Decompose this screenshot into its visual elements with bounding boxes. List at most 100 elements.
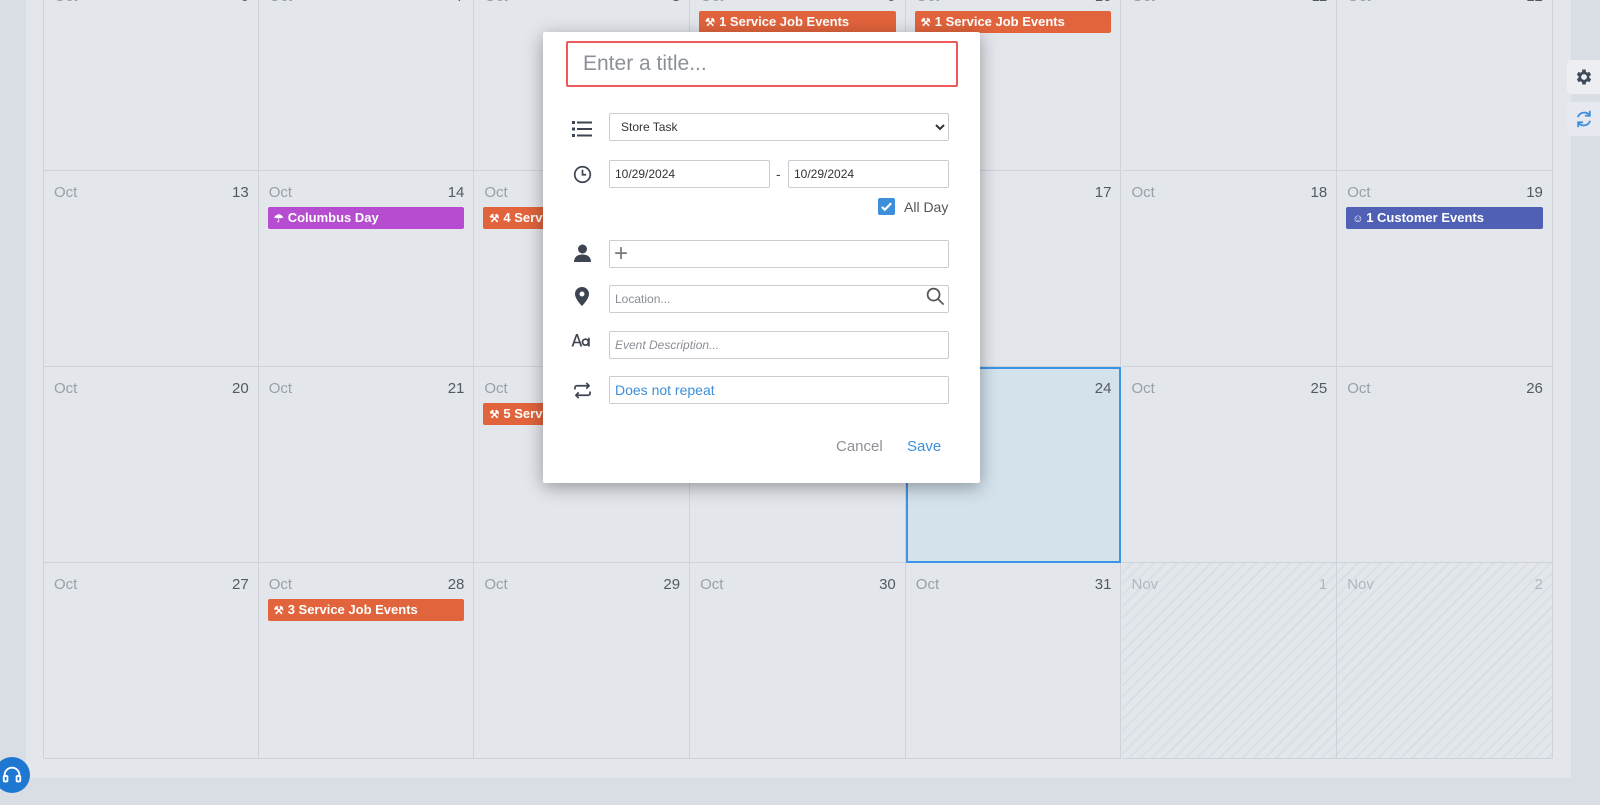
checkmark-icon <box>881 202 892 212</box>
cell-month-label: Oct <box>1347 184 1371 201</box>
event-chip-service[interactable]: ⚒ 1 Service Job Events <box>699 11 896 33</box>
cell-month-label: Oct <box>1131 184 1155 201</box>
calendar-day-cell[interactable]: Oct 25 <box>1121 367 1338 563</box>
cell-day-number: 30 <box>879 576 896 593</box>
cell-month-label: Oct <box>1347 0 1370 5</box>
calendar-day-cell[interactable]: Oct 26 <box>1337 367 1553 563</box>
calendar-day-cell[interactable]: Oct 14 ☂ Columbus Day <box>258 171 475 367</box>
calendar-day-cell[interactable]: Oct 12 <box>1337 0 1553 171</box>
cell-day-number: 28 <box>447 576 465 593</box>
sync-button[interactable] <box>1567 102 1600 136</box>
help-icon <box>2 766 22 783</box>
calendar-day-cell[interactable]: Oct 13 <box>43 171 259 367</box>
calendar-day-cell[interactable]: Oct 20 <box>43 367 259 563</box>
event-title-input[interactable] <box>566 41 958 87</box>
cell-day-number: 11 <box>1312 0 1328 5</box>
cell-day-number: 9 <box>887 0 895 5</box>
date-range-separator: - <box>776 166 781 182</box>
wrench-icon: ⚒ <box>705 17 715 29</box>
calendar-day-cell[interactable]: Oct 29 <box>474 563 691 759</box>
calendar-day-cell[interactable]: Nov 1 <box>1121 563 1338 759</box>
event-chip-label: Columbus Day <box>287 210 379 225</box>
cell-month-label: Oct <box>484 0 507 5</box>
cell-month-label: Oct <box>54 380 78 397</box>
add-attendee-button[interactable]: + <box>609 240 949 268</box>
cell-day-number: 17 <box>1094 184 1112 201</box>
wrench-icon: ⚒ <box>489 213 500 225</box>
cell-day-number: 7 <box>456 0 464 5</box>
calendar-day-cell[interactable]: Oct 7 <box>258 0 475 171</box>
clock-icon <box>571 163 593 185</box>
calendar-day-cell[interactable]: Oct 28 ⚒ 3 Service Job Events <box>258 563 475 759</box>
cell-month-label: Oct <box>54 576 78 593</box>
cell-month-label: Nov <box>1347 576 1374 593</box>
cell-month-label: Oct <box>484 184 508 201</box>
gear-icon <box>1576 69 1591 85</box>
cell-day-number: 24 <box>1094 380 1112 397</box>
new-event-dialog: Store Task - All Day + <box>543 32 980 483</box>
calendar-day-cell[interactable]: Oct 21 <box>258 367 475 563</box>
cell-month-label: Oct <box>268 184 293 201</box>
event-chip-service[interactable]: ⚒ 1 Service Job Events <box>914 11 1112 33</box>
cell-day-number: 20 <box>232 380 249 397</box>
cell-day-number: 1 <box>1318 576 1328 593</box>
cell-day-number: 12 <box>1526 0 1543 5</box>
person-icon <box>571 242 593 264</box>
settings-button[interactable] <box>1567 60 1600 94</box>
calendar-day-cell[interactable]: Nov 2 <box>1337 563 1553 759</box>
calendar-day-cell[interactable]: Oct 19 ☺ 1 Customer Events <box>1337 171 1553 367</box>
cell-month-label: Nov <box>1131 576 1159 593</box>
cell-day-number: 26 <box>1526 380 1543 397</box>
calendar-day-cell[interactable]: Oct 30 <box>690 563 906 759</box>
calendar-day-cell[interactable]: Oct 6 <box>43 0 259 171</box>
location-input[interactable] <box>609 285 949 313</box>
cell-month-label: Oct <box>1132 0 1155 5</box>
cell-day-number: 14 <box>447 184 465 201</box>
event-chip-label: 3 Service Job Events <box>287 602 418 617</box>
sync-icon <box>1576 110 1591 128</box>
cell-month-label: Oct <box>484 576 508 593</box>
cell-month-label: Oct <box>269 0 292 5</box>
start-date-input[interactable] <box>609 160 770 188</box>
repeat-icon <box>571 379 593 401</box>
cell-day-number: 18 <box>1310 184 1328 201</box>
text-format-icon <box>571 329 593 351</box>
cell-day-number: 10 <box>1095 0 1112 5</box>
calendar-day-cell[interactable]: Oct 27 <box>43 563 259 759</box>
event-chip-customer[interactable]: ☺ 1 Customer Events <box>1346 207 1543 229</box>
cell-day-number: 21 <box>447 380 465 397</box>
cell-day-number: 13 <box>232 184 249 201</box>
repeat-selector[interactable]: Does not repeat <box>609 376 949 404</box>
event-chip-service[interactable]: ⚒ 3 Service Job Events <box>267 599 465 621</box>
calendar-day-cell[interactable]: Oct 31 <box>905 563 1122 759</box>
cell-month-label: Oct <box>1347 380 1371 397</box>
cell-month-label: Oct <box>1131 380 1155 397</box>
wrench-icon: ⚒ <box>273 605 284 617</box>
calendar-day-cell[interactable]: Oct 18 <box>1121 171 1338 367</box>
cancel-button[interactable]: Cancel <box>836 438 883 455</box>
cell-month-label: Oct <box>268 380 293 397</box>
location-pin-icon <box>571 285 593 307</box>
event-type-select[interactable]: Store Task <box>609 113 949 141</box>
wrench-icon: ⚒ <box>489 409 500 421</box>
cell-day-number: 27 <box>232 576 249 593</box>
cell-day-number: 8 <box>672 0 680 5</box>
holiday-icon: ☂ <box>273 213 284 225</box>
all-day-label: All Day <box>904 199 949 215</box>
end-date-input[interactable] <box>788 160 949 188</box>
customers-icon: ☺ <box>1352 213 1364 225</box>
save-button[interactable]: Save <box>907 438 941 455</box>
cell-month-label: Oct <box>700 0 723 5</box>
event-chip-holiday[interactable]: ☂ Columbus Day <box>267 207 465 229</box>
calendar-day-cell[interactable]: Oct 11 <box>1121 0 1338 171</box>
cell-day-number: 2 <box>1534 576 1543 593</box>
list-icon <box>571 118 593 140</box>
cell-month-label: Oct <box>915 576 940 593</box>
search-icon[interactable] <box>926 287 945 311</box>
event-description-input[interactable] <box>609 331 949 359</box>
wrench-icon: ⚒ <box>920 17 931 29</box>
event-chip-label: 1 Service Job Events <box>719 14 850 29</box>
all-day-checkbox[interactable] <box>878 198 895 215</box>
cell-day-number: 25 <box>1310 380 1328 397</box>
cell-day-number: 6 <box>240 0 248 5</box>
